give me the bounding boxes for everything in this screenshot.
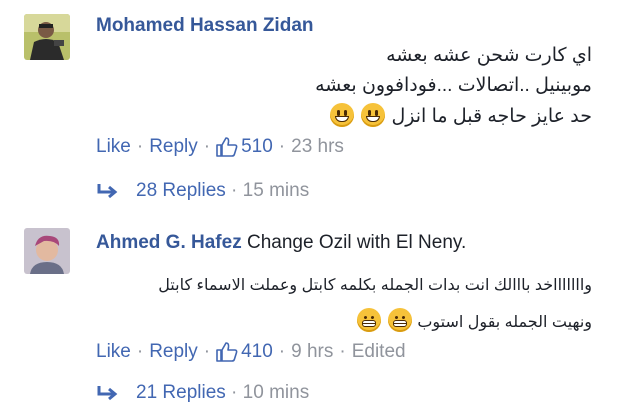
separator: · [225, 180, 243, 201]
reply-arrow-icon [97, 184, 118, 199]
smile-icon [361, 103, 386, 127]
like-link[interactable]: Like [96, 136, 131, 158]
grin-icon [387, 308, 412, 332]
edited-label[interactable]: Edited [352, 341, 406, 363]
thumbs-up-icon [216, 137, 238, 157]
like-count[interactable]: 510 [216, 136, 273, 158]
view-replies-link[interactable]: 21 Replies · 10 mins [96, 382, 309, 404]
grin-icon [357, 308, 382, 332]
comment-author[interactable]: Mohamed Hassan Zidan [96, 15, 314, 37]
comment-actions: Like · Reply · 410 · 9 hrs · Edited [96, 341, 406, 363]
separator: · [225, 382, 243, 403]
separator: · [203, 341, 211, 362]
comment-text-line-with-emoji: حد عايز حاجه قبل ما انزل [329, 103, 592, 128]
comment-text-line: اي كارت شحن عشه بعشه [386, 45, 592, 66]
replies-count[interactable]: 28 Replies [136, 180, 226, 202]
avatar[interactable] [24, 228, 70, 274]
comment-author-line: Ahmed G. Hafez Change Ozil with El Neny. [96, 232, 466, 254]
comment-text: Change Ozil with El Neny. [246, 232, 467, 253]
view-replies-link[interactable]: 28 Replies · 15 mins [96, 180, 309, 202]
comment-text-line-with-emoji: ونهيت الجمله بقول استوب [356, 308, 592, 332]
comment-text-line: واااااااخد بااالك انت بدات الجمله بكلمه … [158, 277, 592, 294]
comment-text-line: موبينيل ..اتصالات ...فودافوون بعشه [315, 75, 592, 96]
comment-text-line: حد عايز حاجه قبل ما انزل [391, 106, 592, 127]
comment-author[interactable]: Ahmed G. Hafez [96, 232, 242, 253]
timestamp[interactable]: 23 hrs [291, 136, 344, 158]
thumbs-up-icon [216, 342, 238, 362]
replies-timestamp: 10 mins [242, 382, 310, 403]
reply-arrow-icon [97, 386, 118, 401]
like-count[interactable]: 410 [216, 341, 273, 363]
separator: · [278, 341, 286, 362]
timestamp[interactable]: 9 hrs [291, 341, 333, 363]
replies-count[interactable]: 21 Replies [136, 382, 226, 404]
like-count-value: 410 [241, 341, 273, 362]
separator: · [136, 136, 144, 157]
replies-timestamp: 15 mins [242, 180, 310, 201]
avatar[interactable] [24, 14, 70, 60]
separator: · [203, 136, 211, 157]
smile-icon [329, 103, 354, 127]
like-link[interactable]: Like [96, 341, 131, 363]
separator: · [136, 341, 144, 362]
comment-text-line: ونهيت الجمله بقول استوب [417, 314, 592, 331]
separator: · [278, 136, 286, 157]
separator: · [339, 341, 346, 362]
like-count-value: 510 [241, 136, 273, 157]
comment-actions: Like · Reply · 510 · 23 hrs [96, 136, 344, 158]
reply-link[interactable]: Reply [149, 136, 198, 158]
reply-link[interactable]: Reply [149, 341, 198, 363]
